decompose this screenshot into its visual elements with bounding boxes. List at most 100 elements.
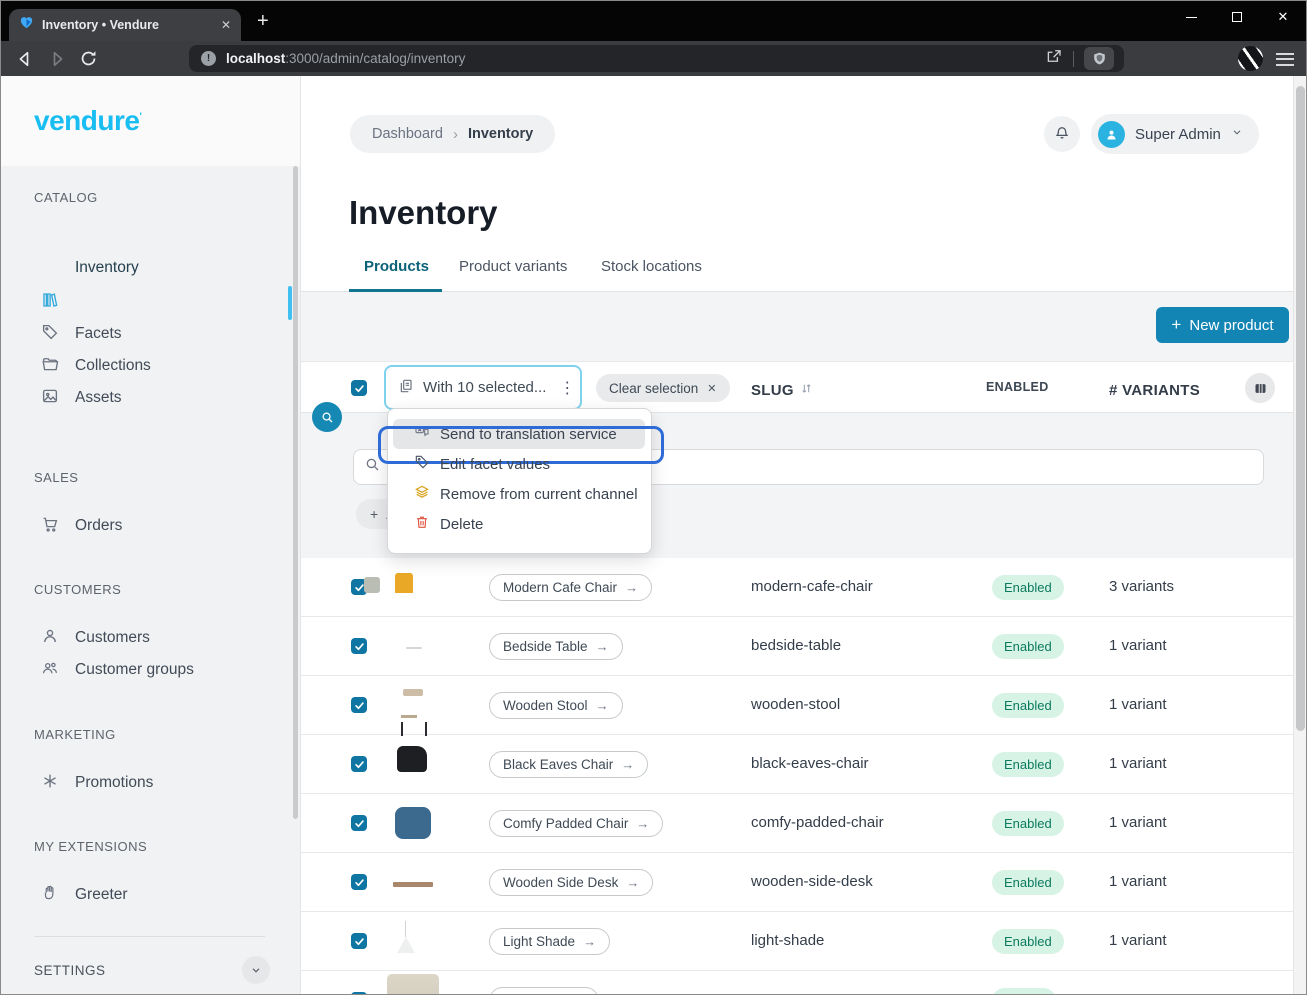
status-badge: Enabled xyxy=(992,752,1064,777)
trash-icon xyxy=(414,514,430,534)
column-header-enabled[interactable]: ENABLED xyxy=(986,380,1049,394)
product-slug: wooden-stool xyxy=(751,696,840,713)
share-icon[interactable] xyxy=(1045,47,1063,70)
tab-stock-locations[interactable]: Stock locations xyxy=(601,258,702,275)
column-header-variants[interactable]: # VARIANTS xyxy=(1109,382,1200,399)
breadcrumb-dashboard[interactable]: Dashboard xyxy=(372,126,443,142)
sidebar-item-greeter[interactable]: Greeter xyxy=(1,879,300,911)
product-name-link[interactable] xyxy=(489,987,599,995)
column-settings-button[interactable] xyxy=(1245,373,1275,403)
clear-selection-label: Clear selection xyxy=(609,381,698,396)
status-badge xyxy=(992,988,1056,995)
page-scrollbar[interactable] xyxy=(1293,76,1306,995)
tab-products[interactable]: Products xyxy=(364,258,429,275)
sidebar-item-label: Customer groups xyxy=(75,661,194,679)
sidebar-item-orders[interactable]: Orders xyxy=(1,510,300,542)
sidebar-item-label: Assets xyxy=(75,389,122,407)
url-text: localhost:3000/admin/catalog/inventory xyxy=(226,51,1045,66)
sidebar: vendure' CATALOG Inventory Facets Collec… xyxy=(1,76,301,995)
sidebar-item-assets[interactable]: Assets xyxy=(1,382,300,414)
variant-count: 1 variant xyxy=(1109,696,1167,713)
row-checkbox[interactable] xyxy=(351,815,367,831)
browser-tab[interactable]: Inventory • Vendure ✕ xyxy=(9,9,241,41)
menu-item-send-to-translation[interactable]: Send to translation service xyxy=(393,419,645,449)
table-row[interactable]: Light Shade→ light-shade Enabled 1 varia… xyxy=(301,912,1307,971)
bulk-actions-dropdown: Send to translation service Edit facet v… xyxy=(387,408,652,554)
vendure-logo[interactable]: vendure' xyxy=(34,105,141,137)
product-name-link[interactable]: Wooden Stool→ xyxy=(489,692,623,719)
browser-profile-avatar[interactable] xyxy=(1238,46,1263,71)
product-slug: bedside-table xyxy=(751,637,841,654)
table-row[interactable]: Black Eaves Chair→ black-eaves-chair Ena… xyxy=(301,735,1307,794)
minimize-button[interactable] xyxy=(1168,1,1214,33)
page-scrollbar-thumb[interactable] xyxy=(1296,86,1305,731)
section-label-sales: SALES xyxy=(1,470,78,485)
kebab-menu-icon[interactable]: ⋮ xyxy=(559,378,575,398)
image-icon xyxy=(41,387,59,410)
user-menu[interactable]: Super Admin xyxy=(1091,114,1259,154)
close-button[interactable]: ✕ xyxy=(1260,1,1306,33)
sidebar-item-label: Promotions xyxy=(75,774,153,792)
table-row[interactable]: Wooden Side Desk→ wooden-side-desk Enabl… xyxy=(301,853,1307,912)
table-row[interactable]: Wooden Stool→ wooden-stool Enabled 1 var… xyxy=(301,676,1307,735)
menu-item-delete[interactable]: Delete xyxy=(388,509,651,539)
layers-icon xyxy=(414,484,430,504)
sidebar-section-settings[interactable]: SETTINGS xyxy=(34,956,270,984)
menu-item-edit-facet-values[interactable]: Edit facet values xyxy=(388,449,651,479)
sidebar-item-collections[interactable]: Collections xyxy=(1,350,300,382)
table-row-partial[interactable] xyxy=(301,971,1307,995)
sidebar-item-promotions[interactable]: Promotions xyxy=(1,767,300,799)
product-thumbnail[interactable] xyxy=(387,974,439,995)
sidebar-item-inventory[interactable]: Inventory xyxy=(1,286,300,318)
table-row[interactable]: Bedside Table→ bedside-table Enabled 1 v… xyxy=(301,617,1307,676)
product-name-link[interactable]: Black Eaves Chair→ xyxy=(489,751,648,778)
arrow-right-icon: → xyxy=(636,816,649,831)
close-icon[interactable]: ✕ xyxy=(707,382,716,395)
reload-icon[interactable] xyxy=(79,49,98,68)
brave-shield-icon[interactable] xyxy=(1084,47,1114,70)
sidebar-item-customer-groups[interactable]: Customer groups xyxy=(1,654,300,686)
row-checkbox[interactable] xyxy=(351,638,367,654)
with-selected-label: With 10 selected... xyxy=(423,379,546,396)
column-header-slug[interactable]: SLUG xyxy=(751,382,813,399)
clear-selection-button[interactable]: Clear selection ✕ xyxy=(596,374,730,402)
select-all-checkbox[interactable] xyxy=(351,380,367,396)
user-icon xyxy=(41,627,59,650)
url-bar[interactable]: ! localhost:3000/admin/catalog/inventory xyxy=(189,45,1124,72)
product-name-link[interactable]: Modern Cafe Chair→ xyxy=(489,574,652,601)
product-name-link[interactable]: Bedside Table→ xyxy=(489,633,623,660)
product-name-link[interactable]: Wooden Side Desk→ xyxy=(489,869,653,896)
search-pointer-badge xyxy=(312,402,342,432)
chevron-down-icon[interactable] xyxy=(242,956,270,984)
sidebar-scrollbar[interactable] xyxy=(293,166,298,819)
status-badge: Enabled xyxy=(992,634,1064,659)
maximize-button[interactable] xyxy=(1214,1,1260,33)
tab-product-variants[interactable]: Product variants xyxy=(459,258,567,275)
notifications-button[interactable] xyxy=(1044,116,1080,152)
tag-icon xyxy=(41,323,59,346)
browser-menu-icon[interactable] xyxy=(1276,49,1294,69)
sort-icon[interactable] xyxy=(800,382,813,399)
sidebar-nav: CATALOG Inventory Facets Collections Ass… xyxy=(1,166,300,995)
table-row[interactable]: Modern Cafe Chair→ modern-cafe-chair Ena… xyxy=(301,558,1307,617)
with-selected-button[interactable]: With 10 selected... ⋮ xyxy=(384,365,582,410)
menu-item-remove-from-channel[interactable]: Remove from current channel xyxy=(388,479,651,509)
site-info-icon[interactable]: ! xyxy=(201,51,216,66)
product-name-link[interactable]: Light Shade→ xyxy=(489,928,610,955)
new-tab-button[interactable]: + xyxy=(257,11,269,31)
forward-icon[interactable] xyxy=(47,49,67,69)
row-checkbox[interactable] xyxy=(351,933,367,949)
breadcrumb[interactable]: Dashboard › Inventory xyxy=(350,115,555,153)
table-row[interactable]: Comfy Padded Chair→ comfy-padded-chair E… xyxy=(301,794,1307,853)
row-checkbox[interactable] xyxy=(351,874,367,890)
sidebar-item-customers[interactable]: Customers xyxy=(1,622,300,654)
sidebar-item-facets[interactable]: Facets xyxy=(1,318,300,350)
row-checkbox[interactable] xyxy=(351,756,367,772)
back-icon[interactable] xyxy=(15,49,35,69)
product-name-link[interactable]: Comfy Padded Chair→ xyxy=(489,810,663,837)
main-content: Dashboard › Inventory Super Admin Invent… xyxy=(301,76,1307,995)
row-checkbox[interactable] xyxy=(351,697,367,713)
tab-close-icon[interactable]: ✕ xyxy=(221,18,231,32)
tab-title: Inventory • Vendure xyxy=(42,18,213,32)
new-product-button[interactable]: + New product xyxy=(1156,307,1289,343)
